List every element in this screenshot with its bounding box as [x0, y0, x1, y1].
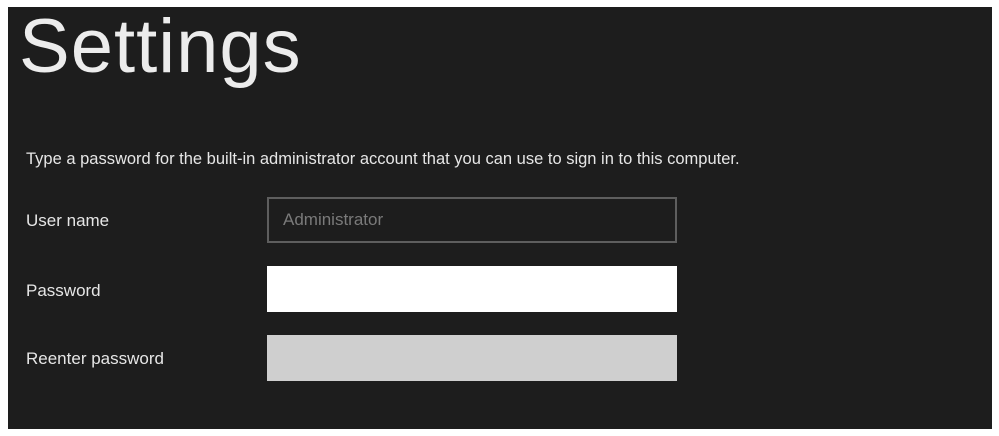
username-field [267, 197, 677, 243]
username-label: User name [26, 211, 110, 230]
page-title: Settings [19, 7, 302, 89]
reenter-password-label: Reenter password [26, 349, 164, 368]
password-label: Password [26, 281, 101, 300]
settings-screen: Settings Type a password for the built-i… [8, 7, 992, 429]
password-field[interactable] [267, 266, 677, 312]
instruction-text: Type a password for the built-in adminis… [26, 150, 740, 168]
reenter-password-field[interactable] [267, 335, 677, 381]
